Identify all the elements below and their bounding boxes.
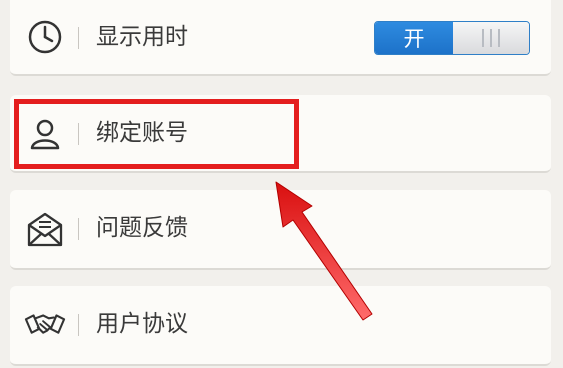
annotation-arrow <box>275 181 373 321</box>
